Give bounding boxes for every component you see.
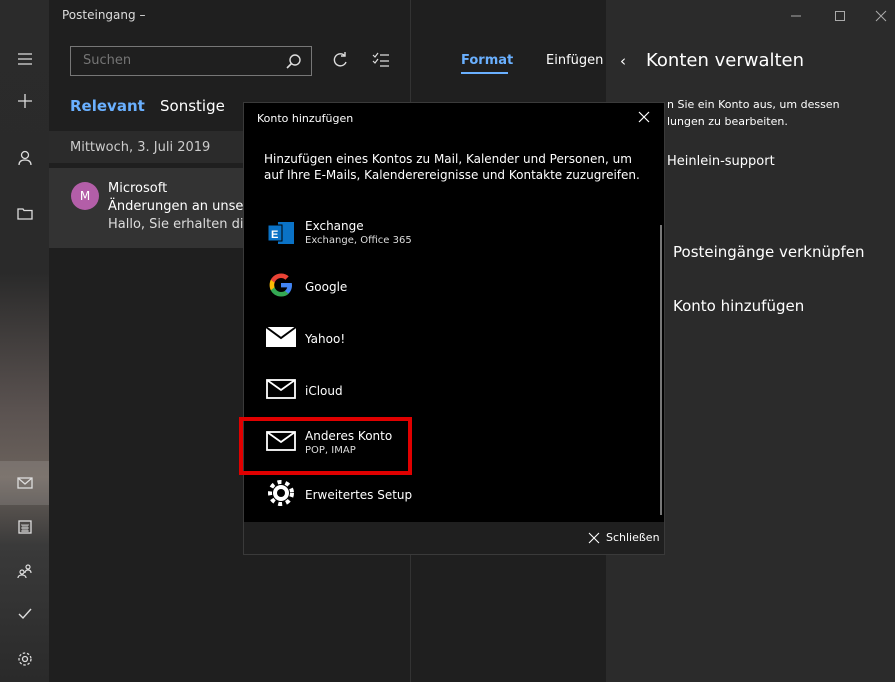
avatar: M [71,182,99,210]
hamburger-icon [17,53,32,65]
person-icon [17,150,32,166]
account-option-icloud[interactable]: iCloud [260,366,640,416]
gear-icon [264,476,298,510]
scrollbar[interactable] [660,225,662,515]
plus-icon [17,94,32,108]
minimize-icon[interactable] [790,10,802,26]
dialog-title: Konto hinzufügen [257,112,354,125]
back-icon[interactable]: ‹ [620,52,626,70]
calendar-icon [17,520,32,534]
tab-einfuegen[interactable]: Einfügen [546,53,603,68]
highlight-box [239,417,412,475]
panel-desc-line2: lungen zu bearbeiten. [667,115,788,128]
panel-desc-line1: n Sie ein Konto aus, um dessen [667,98,840,111]
mail-sender: Microsoft [108,181,168,196]
hamburger-menu-button[interactable] [0,37,49,81]
close-button[interactable]: Schließen [606,531,660,544]
checkmark-icon [18,608,32,620]
account-name: iCloud [305,384,343,398]
selection-mode-icon[interactable] [371,50,391,74]
people-app-button[interactable] [0,549,49,593]
yahoo-mail-icon [264,320,298,354]
tab-sonstige[interactable]: Sonstige [160,97,225,115]
folder-icon [16,208,33,220]
dialog-description: Hinzufügen eines Kontos zu Mail, Kalende… [264,152,640,182]
people-icon [16,564,32,579]
account-name: Google [305,280,348,294]
exchange-icon: E [264,216,298,250]
tab-format[interactable]: Format [461,53,513,68]
mail-subject: Änderungen an unsere [108,199,257,214]
account-subtitle: Exchange, Office 365 [305,235,412,246]
icloud-mail-icon [264,372,298,406]
account-option-advanced[interactable]: Erweitertes Setup [260,470,640,520]
tab-format-underline [461,72,508,74]
tab-relevant[interactable]: Relevant [70,97,145,115]
google-icon [264,268,298,302]
gear-icon [17,652,32,666]
mail-preview: Hallo, Sie erhalten die [108,217,252,232]
calendar-app-button[interactable] [0,505,49,549]
panel-title: Konten verwalten [646,50,805,71]
search-input[interactable] [81,52,275,69]
search-box[interactable] [70,46,312,76]
navigation-rail [0,0,49,682]
mail-icon [16,477,33,489]
maximize-icon[interactable] [834,10,846,26]
svg-text:E: E [271,229,278,241]
account-option-exchange[interactable]: E Exchange Exchange, Office 365 [260,210,640,260]
close-icon [588,532,600,548]
account-option-yahoo[interactable]: Yahoo! [260,314,640,364]
new-mail-button[interactable] [0,79,49,123]
search-icon[interactable] [285,53,303,75]
account-item[interactable]: Heinlein-support [667,154,775,169]
close-window-icon[interactable] [875,10,887,26]
mail-app-button[interactable] [0,461,49,505]
inbox-title: Posteingang – [62,8,146,22]
link-inbox-button[interactable]: Posteingänge verknüpfen [673,243,865,261]
close-icon[interactable] [637,110,651,128]
sync-icon[interactable] [330,50,350,74]
account-name: Erweitertes Setup [305,488,413,502]
todo-app-button[interactable] [0,591,49,635]
add-account-button[interactable]: Konto hinzufügen [673,297,804,315]
settings-button[interactable] [0,637,49,681]
date-header-label: Mittwoch, 3. Juli 2019 [70,140,211,155]
account-option-google[interactable]: Google [260,262,640,312]
accounts-button[interactable] [0,136,49,180]
folders-button[interactable] [0,191,49,235]
dialog-footer [244,522,664,554]
account-name: Exchange [305,219,364,233]
account-name: Yahoo! [305,332,346,346]
